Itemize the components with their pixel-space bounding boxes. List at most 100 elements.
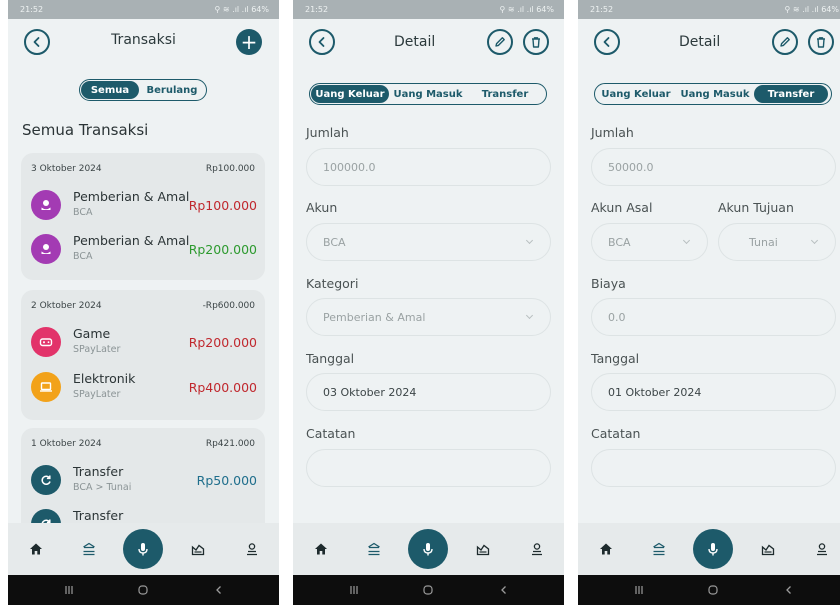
bank-icon[interactable] (81, 541, 97, 557)
back-button[interactable] (594, 29, 620, 55)
charity-icon (31, 190, 61, 220)
amount-field[interactable]: 100000.0 (306, 148, 551, 186)
transaction-name: Elektronik (73, 371, 136, 386)
back-system-icon[interactable] (497, 583, 511, 597)
tab-uang-masuk[interactable]: Uang Masuk (676, 85, 754, 103)
bank-icon[interactable] (651, 541, 667, 557)
target-account-select[interactable]: Tunai (718, 223, 836, 261)
profile-icon[interactable] (244, 541, 260, 557)
group-total: Rp100.000 (205, 164, 255, 174)
account-value: BCA (323, 235, 346, 249)
transaction-name: Pemberian & Amal (73, 233, 190, 248)
delete-button[interactable] (808, 29, 834, 55)
tanggal-label: Tanggal (591, 351, 640, 366)
source-account-value: BCA (608, 235, 631, 249)
microphone-icon (135, 541, 151, 557)
tab-semua[interactable]: Semua (81, 81, 139, 99)
status-indicators: ⚲ ≋ .ıl .ıl 64% (214, 5, 270, 14)
back-button[interactable] (309, 29, 335, 55)
notes-field[interactable] (306, 449, 551, 487)
akun-label: Akun (306, 200, 338, 215)
trash-icon (814, 35, 828, 49)
voice-input-button[interactable] (693, 529, 733, 569)
tab-transfer[interactable]: Transfer (754, 85, 828, 103)
app-bar: Detail (578, 26, 840, 58)
recents-icon[interactable] (632, 583, 646, 597)
profile-icon[interactable] (814, 541, 830, 557)
chart-icon[interactable] (475, 541, 491, 557)
bottom-nav (293, 523, 564, 575)
gamepad-icon (31, 327, 61, 357)
bank-icon[interactable] (366, 541, 382, 557)
delete-button[interactable] (523, 29, 549, 55)
transaction-account: SPayLater (73, 389, 121, 400)
back-system-icon[interactable] (212, 583, 226, 597)
status-bar: 21:52 ⚲ ≋ .ıl .ıl 64% (578, 0, 840, 19)
recents-icon[interactable] (62, 583, 76, 597)
account-select[interactable]: BCA (306, 223, 551, 261)
source-account-select[interactable]: BCA (591, 223, 708, 261)
home-icon[interactable] (598, 541, 614, 557)
fee-field[interactable]: 0.0 (591, 298, 836, 336)
voice-input-button[interactable] (408, 529, 448, 569)
transaction-item[interactable]: Game SPayLater Rp200.000 (31, 324, 257, 360)
home-icon[interactable] (313, 541, 329, 557)
transaction-name: Transfer (73, 464, 124, 479)
catatan-label: Catatan (591, 426, 641, 441)
category-select[interactable]: Pemberian & Amal (306, 298, 551, 336)
app-bar: Detail (293, 26, 564, 58)
amount-field[interactable]: 50000.0 (591, 148, 836, 186)
system-nav-bar (578, 575, 840, 605)
source-account-label: Akun Asal (591, 200, 653, 215)
recents-icon[interactable] (347, 583, 361, 597)
edit-button[interactable] (487, 29, 513, 55)
page-title: Detail (394, 34, 436, 50)
profile-icon[interactable] (529, 541, 545, 557)
transaction-item[interactable]: Elektronik SPayLater Rp400.000 (31, 369, 257, 405)
status-bar: 21:52 ⚲ ≋ .ıl .ıl 64% (293, 0, 564, 19)
transaction-item[interactable]: Pemberian & Amal BCA Rp100.000 (31, 187, 257, 223)
home-system-icon[interactable] (421, 583, 435, 597)
status-bar: 21:52 ⚲ ≋ .ıl .ıl 64% (8, 0, 279, 19)
transaction-amount: Rp50.000 (196, 473, 257, 488)
chart-icon[interactable] (760, 541, 776, 557)
tab-berulang[interactable]: Berulang (139, 81, 205, 99)
voice-input-button[interactable] (123, 529, 163, 569)
home-icon[interactable] (28, 541, 44, 557)
back-system-icon[interactable] (782, 583, 796, 597)
group-total: -Rp600.000 (202, 301, 255, 311)
chart-icon[interactable] (190, 541, 206, 557)
transaction-account: BCA > Tunai (73, 482, 132, 493)
edit-button[interactable] (772, 29, 798, 55)
bottom-nav (578, 523, 840, 575)
page-title: Detail (679, 34, 721, 50)
system-nav-bar (8, 575, 279, 605)
transaction-account: SPayLater (73, 344, 121, 355)
tab-transfer[interactable]: Transfer (467, 85, 543, 103)
transaction-detail-screen-transfer: 21:52 ⚲ ≋ .ıl .ıl 64% Detail Uang Keluar… (578, 0, 840, 605)
transaction-detail-screen-expense: 21:52 ⚲ ≋ .ıl .ıl 64% Detail Uang Keluar… (293, 0, 564, 605)
tab-uang-keluar[interactable]: Uang Keluar (311, 85, 389, 103)
home-system-icon[interactable] (136, 583, 150, 597)
transaction-name: Game (73, 326, 111, 341)
date-field[interactable]: 03 Oktober 2024 (306, 373, 551, 411)
status-time: 21:52 (20, 5, 44, 14)
charity-icon (31, 234, 61, 264)
back-button[interactable] (24, 29, 50, 55)
transaction-list-screen: 21:52 ⚲ ≋ .ıl .ıl 64% Transaksi + Semua … (8, 0, 279, 605)
tab-uang-keluar[interactable]: Uang Keluar (596, 85, 676, 103)
system-nav-bar (293, 575, 564, 605)
add-transaction-button[interactable]: + (236, 29, 262, 55)
transaction-item[interactable]: Pemberian & Amal BCA Rp200.000 (31, 231, 257, 267)
group-date: 1 Oktober 2024 (31, 439, 102, 449)
type-toggle: Uang Keluar Uang Masuk Transfer (594, 83, 832, 105)
notes-field[interactable] (591, 449, 836, 487)
home-system-icon[interactable] (706, 583, 720, 597)
tab-uang-masuk[interactable]: Uang Masuk (389, 85, 467, 103)
transaction-item[interactable]: Transfer BCA > Tunai Rp50.000 (31, 462, 257, 498)
transaction-group: 2 Oktober 2024 -Rp600.000 Game SPayLater … (21, 290, 265, 420)
tanggal-label: Tanggal (306, 351, 355, 366)
status-time: 21:52 (590, 5, 614, 14)
refresh-icon (31, 465, 61, 495)
date-field[interactable]: 01 Oktober 2024 (591, 373, 836, 411)
